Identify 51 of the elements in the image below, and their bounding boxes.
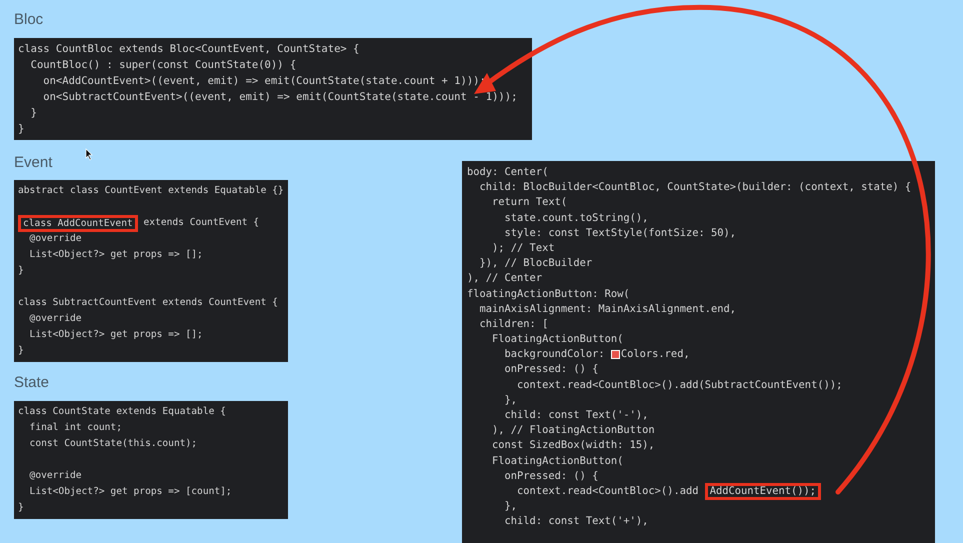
code-line: state.count.toString(), <box>504 210 650 226</box>
code-line: ), // FloatingActionButton <box>491 423 656 438</box>
code-line: mainAxisAlignment: MainAxisAlignment.end, <box>478 302 737 317</box>
code-line: floatingActionButton: Row( <box>467 286 631 302</box>
code-line: ); // Text <box>491 240 556 256</box>
code-line: } <box>30 106 38 120</box>
code-text: backgroundColor: <box>504 347 606 362</box>
code-line: onPressed: () { <box>504 468 600 484</box>
section-heading: Event <box>14 152 52 172</box>
code-line: @override <box>28 312 83 326</box>
code-line: FloatingActionButton( <box>491 454 624 469</box>
code-line: } <box>18 344 25 358</box>
code-line: FloatingActionButton( <box>491 332 624 348</box>
code-line: final int count; <box>28 420 123 434</box>
section-heading: State <box>14 373 50 393</box>
code-line: child: const Text('+'), <box>504 514 650 530</box>
code-line: const SizedBox(width: 15), <box>491 438 656 454</box>
code-line: on<SubtractCountEvent>((event, emit) => emit(CountState(state.count - 1))); <box>42 90 518 104</box>
code-text: Colors.red, <box>620 347 690 362</box>
code-line: context.read<CountBloc>().add(SubtractCountEvent()); <box>516 378 844 393</box>
code-line: children: [ <box>478 316 550 332</box>
code-line: return Text( <box>491 195 568 210</box>
mouse-pointer-icon <box>86 148 93 160</box>
code-line: List<Object?> get props => [count]; <box>28 484 233 498</box>
code-text: extends CountEvent { <box>142 216 260 230</box>
code-line: } <box>18 122 26 136</box>
code-line: class CountState extends Equatable { <box>18 404 227 418</box>
code-line: }, <box>504 392 518 408</box>
code-line: @override <box>28 232 83 246</box>
code-line: style: const TextStyle(fontSize: 50), <box>504 226 737 241</box>
code-line: ), // Center <box>467 271 544 286</box>
code-text: context.read<CountBloc>().add <box>516 484 700 499</box>
code-line: child: BlocBuilder<CountBloc, CountState>(builder: (context, state) { <box>478 180 912 196</box>
code-line: class CountBloc extends Bloc<CountEvent, CountState> { <box>18 42 360 56</box>
code-line: } <box>18 264 25 278</box>
code-line: List<Object?> get props => []; <box>28 248 204 262</box>
code-line: body: Center( <box>467 165 550 180</box>
section-heading: Bloc <box>14 10 44 30</box>
code-line: child: const Text('-'), <box>504 408 650 423</box>
code-line: const CountState(this.count); <box>28 436 198 450</box>
code-line: } <box>18 500 25 514</box>
code-line: List<Object?> get props => []; <box>28 328 204 342</box>
code-line: }, <box>504 499 518 514</box>
code-line: CountBloc() : super(const CountState(0)) { <box>30 58 298 72</box>
code-line: }), // BlocBuilder <box>478 256 594 272</box>
code-line: abstract class CountEvent extends Equatable {} <box>18 184 284 198</box>
highlighted-code: class AddCountEvent <box>18 214 138 232</box>
code-line: onPressed: () { <box>504 362 600 378</box>
code-line: @override <box>28 468 83 482</box>
highlighted-code: AddCountEvent()); <box>704 483 822 500</box>
code-line: class SubtractCountEvent extends CountEvent { <box>18 296 279 310</box>
